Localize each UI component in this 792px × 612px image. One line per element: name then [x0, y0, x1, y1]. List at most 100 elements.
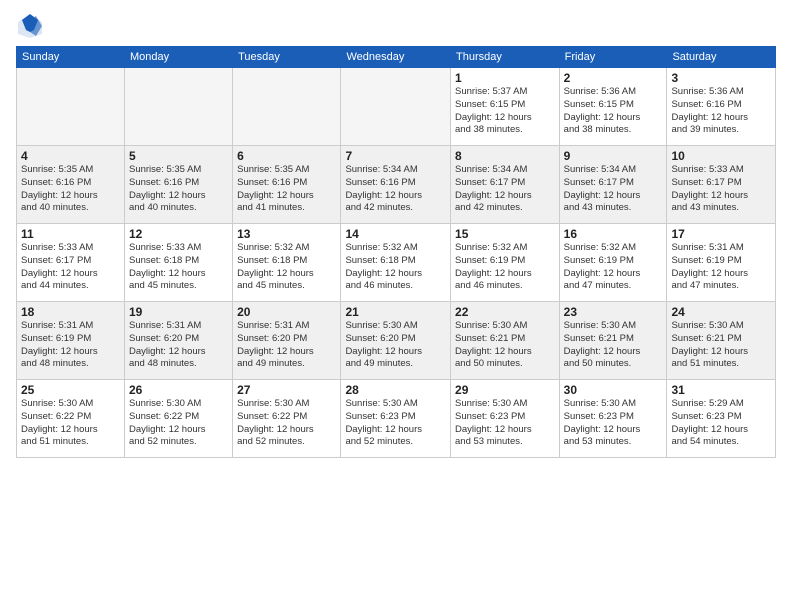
calendar-cell: 6Sunrise: 5:35 AM Sunset: 6:16 PM Daylig…	[233, 146, 341, 224]
day-info: Sunrise: 5:33 AM Sunset: 6:17 PM Dayligh…	[21, 242, 120, 293]
day-number: 24	[671, 305, 771, 319]
calendar-cell: 26Sunrise: 5:30 AM Sunset: 6:22 PM Dayli…	[124, 380, 232, 458]
calendar-cell: 13Sunrise: 5:32 AM Sunset: 6:18 PM Dayli…	[233, 224, 341, 302]
calendar-cell: 5Sunrise: 5:35 AM Sunset: 6:16 PM Daylig…	[124, 146, 232, 224]
calendar-cell	[233, 68, 341, 146]
calendar-cell: 19Sunrise: 5:31 AM Sunset: 6:20 PM Dayli…	[124, 302, 232, 380]
day-info: Sunrise: 5:31 AM Sunset: 6:20 PM Dayligh…	[129, 320, 228, 371]
day-info: Sunrise: 5:31 AM Sunset: 6:20 PM Dayligh…	[237, 320, 336, 371]
day-info: Sunrise: 5:30 AM Sunset: 6:22 PM Dayligh…	[237, 398, 336, 449]
calendar-cell: 31Sunrise: 5:29 AM Sunset: 6:23 PM Dayli…	[667, 380, 776, 458]
calendar-cell: 22Sunrise: 5:30 AM Sunset: 6:21 PM Dayli…	[451, 302, 560, 380]
calendar-cell: 7Sunrise: 5:34 AM Sunset: 6:16 PM Daylig…	[341, 146, 451, 224]
calendar-cell: 2Sunrise: 5:36 AM Sunset: 6:15 PM Daylig…	[559, 68, 667, 146]
calendar-cell: 12Sunrise: 5:33 AM Sunset: 6:18 PM Dayli…	[124, 224, 232, 302]
day-info: Sunrise: 5:34 AM Sunset: 6:17 PM Dayligh…	[564, 164, 663, 215]
calendar-cell: 18Sunrise: 5:31 AM Sunset: 6:19 PM Dayli…	[17, 302, 125, 380]
calendar-table: SundayMondayTuesdayWednesdayThursdayFrid…	[16, 46, 776, 458]
day-info: Sunrise: 5:34 AM Sunset: 6:16 PM Dayligh…	[345, 164, 446, 215]
calendar-cell: 30Sunrise: 5:30 AM Sunset: 6:23 PM Dayli…	[559, 380, 667, 458]
calendar-cell: 9Sunrise: 5:34 AM Sunset: 6:17 PM Daylig…	[559, 146, 667, 224]
day-number: 9	[564, 149, 663, 163]
calendar-header-monday: Monday	[124, 47, 232, 68]
day-number: 7	[345, 149, 446, 163]
day-info: Sunrise: 5:32 AM Sunset: 6:19 PM Dayligh…	[564, 242, 663, 293]
day-info: Sunrise: 5:34 AM Sunset: 6:17 PM Dayligh…	[455, 164, 555, 215]
day-number: 4	[21, 149, 120, 163]
day-number: 19	[129, 305, 228, 319]
calendar-cell: 14Sunrise: 5:32 AM Sunset: 6:18 PM Dayli…	[341, 224, 451, 302]
day-number: 12	[129, 227, 228, 241]
day-number: 29	[455, 383, 555, 397]
day-info: Sunrise: 5:30 AM Sunset: 6:20 PM Dayligh…	[345, 320, 446, 371]
day-number: 5	[129, 149, 228, 163]
calendar-week-row: 25Sunrise: 5:30 AM Sunset: 6:22 PM Dayli…	[17, 380, 776, 458]
calendar-week-row: 18Sunrise: 5:31 AM Sunset: 6:19 PM Dayli…	[17, 302, 776, 380]
day-info: Sunrise: 5:33 AM Sunset: 6:17 PM Dayligh…	[671, 164, 771, 215]
header	[16, 12, 776, 40]
day-number: 11	[21, 227, 120, 241]
day-number: 2	[564, 71, 663, 85]
calendar-cell: 1Sunrise: 5:37 AM Sunset: 6:15 PM Daylig…	[451, 68, 560, 146]
day-info: Sunrise: 5:29 AM Sunset: 6:23 PM Dayligh…	[671, 398, 771, 449]
calendar-cell: 8Sunrise: 5:34 AM Sunset: 6:17 PM Daylig…	[451, 146, 560, 224]
day-info: Sunrise: 5:32 AM Sunset: 6:18 PM Dayligh…	[237, 242, 336, 293]
calendar-cell: 20Sunrise: 5:31 AM Sunset: 6:20 PM Dayli…	[233, 302, 341, 380]
day-number: 17	[671, 227, 771, 241]
day-number: 28	[345, 383, 446, 397]
day-number: 26	[129, 383, 228, 397]
day-number: 6	[237, 149, 336, 163]
calendar-cell: 15Sunrise: 5:32 AM Sunset: 6:19 PM Dayli…	[451, 224, 560, 302]
day-number: 25	[21, 383, 120, 397]
calendar-cell: 16Sunrise: 5:32 AM Sunset: 6:19 PM Dayli…	[559, 224, 667, 302]
calendar-cell: 11Sunrise: 5:33 AM Sunset: 6:17 PM Dayli…	[17, 224, 125, 302]
day-number: 31	[671, 383, 771, 397]
day-number: 15	[455, 227, 555, 241]
calendar-header-row: SundayMondayTuesdayWednesdayThursdayFrid…	[17, 47, 776, 68]
calendar-cell: 3Sunrise: 5:36 AM Sunset: 6:16 PM Daylig…	[667, 68, 776, 146]
calendar-header-tuesday: Tuesday	[233, 47, 341, 68]
calendar-cell: 17Sunrise: 5:31 AM Sunset: 6:19 PM Dayli…	[667, 224, 776, 302]
calendar-cell: 28Sunrise: 5:30 AM Sunset: 6:23 PM Dayli…	[341, 380, 451, 458]
day-info: Sunrise: 5:30 AM Sunset: 6:22 PM Dayligh…	[21, 398, 120, 449]
day-info: Sunrise: 5:32 AM Sunset: 6:19 PM Dayligh…	[455, 242, 555, 293]
day-number: 23	[564, 305, 663, 319]
calendar-header-sunday: Sunday	[17, 47, 125, 68]
day-number: 1	[455, 71, 555, 85]
day-number: 27	[237, 383, 336, 397]
day-info: Sunrise: 5:31 AM Sunset: 6:19 PM Dayligh…	[671, 242, 771, 293]
day-info: Sunrise: 5:33 AM Sunset: 6:18 PM Dayligh…	[129, 242, 228, 293]
day-number: 30	[564, 383, 663, 397]
calendar-cell: 10Sunrise: 5:33 AM Sunset: 6:17 PM Dayli…	[667, 146, 776, 224]
day-info: Sunrise: 5:32 AM Sunset: 6:18 PM Dayligh…	[345, 242, 446, 293]
day-info: Sunrise: 5:30 AM Sunset: 6:21 PM Dayligh…	[455, 320, 555, 371]
day-info: Sunrise: 5:36 AM Sunset: 6:15 PM Dayligh…	[564, 86, 663, 137]
day-number: 22	[455, 305, 555, 319]
logo-icon	[16, 12, 44, 40]
day-number: 20	[237, 305, 336, 319]
calendar-header-friday: Friday	[559, 47, 667, 68]
day-number: 21	[345, 305, 446, 319]
calendar-cell: 25Sunrise: 5:30 AM Sunset: 6:22 PM Dayli…	[17, 380, 125, 458]
day-number: 13	[237, 227, 336, 241]
calendar-cell	[124, 68, 232, 146]
day-info: Sunrise: 5:30 AM Sunset: 6:22 PM Dayligh…	[129, 398, 228, 449]
day-info: Sunrise: 5:30 AM Sunset: 6:21 PM Dayligh…	[564, 320, 663, 371]
calendar-header-wednesday: Wednesday	[341, 47, 451, 68]
calendar-cell: 21Sunrise: 5:30 AM Sunset: 6:20 PM Dayli…	[341, 302, 451, 380]
calendar-cell: 27Sunrise: 5:30 AM Sunset: 6:22 PM Dayli…	[233, 380, 341, 458]
day-number: 10	[671, 149, 771, 163]
calendar-cell: 23Sunrise: 5:30 AM Sunset: 6:21 PM Dayli…	[559, 302, 667, 380]
calendar-cell: 29Sunrise: 5:30 AM Sunset: 6:23 PM Dayli…	[451, 380, 560, 458]
day-info: Sunrise: 5:36 AM Sunset: 6:16 PM Dayligh…	[671, 86, 771, 137]
calendar-week-row: 11Sunrise: 5:33 AM Sunset: 6:17 PM Dayli…	[17, 224, 776, 302]
day-number: 3	[671, 71, 771, 85]
day-info: Sunrise: 5:30 AM Sunset: 6:21 PM Dayligh…	[671, 320, 771, 371]
calendar-week-row: 1Sunrise: 5:37 AM Sunset: 6:15 PM Daylig…	[17, 68, 776, 146]
day-info: Sunrise: 5:30 AM Sunset: 6:23 PM Dayligh…	[345, 398, 446, 449]
day-number: 8	[455, 149, 555, 163]
calendar-cell: 24Sunrise: 5:30 AM Sunset: 6:21 PM Dayli…	[667, 302, 776, 380]
calendar-header-thursday: Thursday	[451, 47, 560, 68]
day-info: Sunrise: 5:30 AM Sunset: 6:23 PM Dayligh…	[564, 398, 663, 449]
calendar-cell	[341, 68, 451, 146]
